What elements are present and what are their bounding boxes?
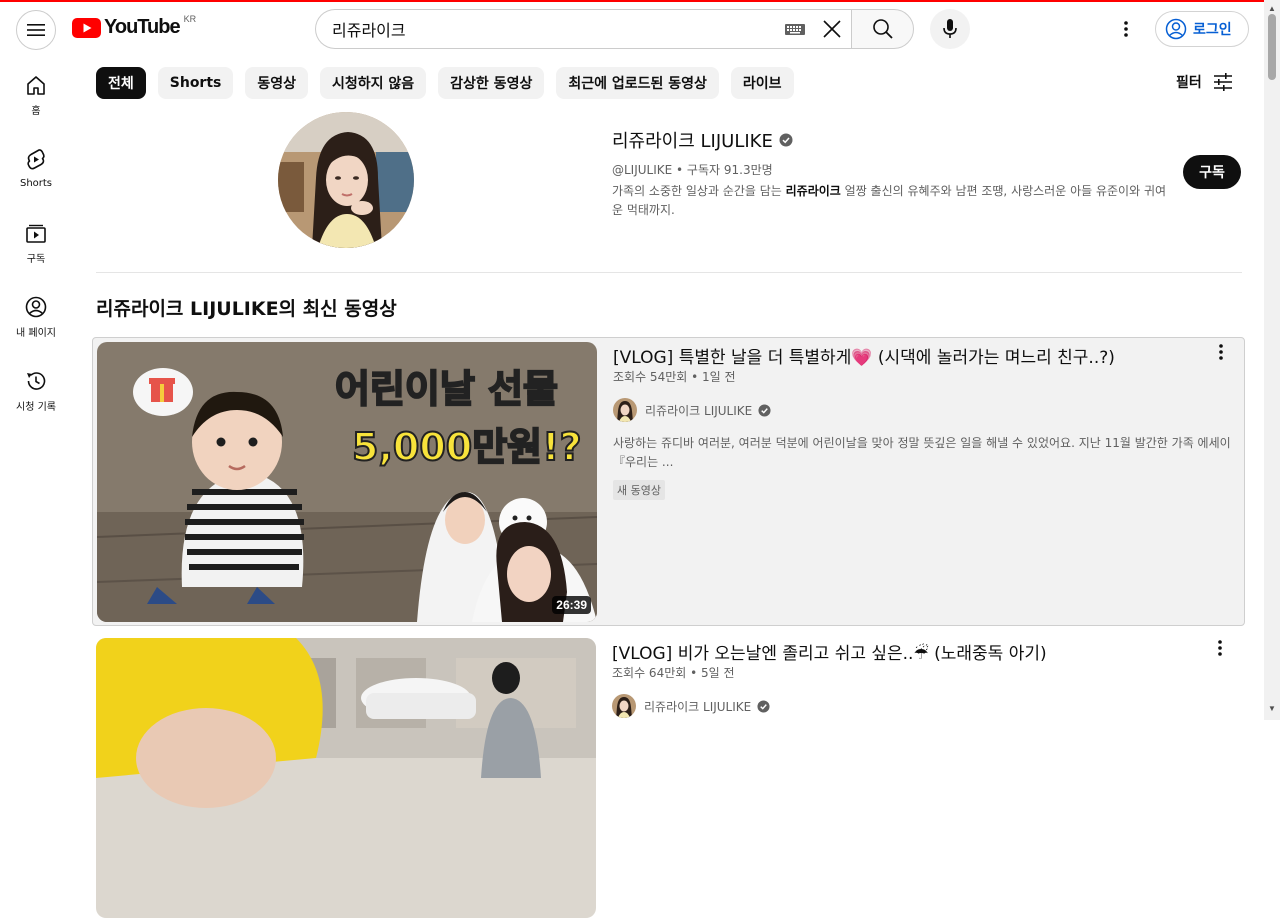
channel-avatar[interactable] xyxy=(278,112,414,248)
chip-unwatched[interactable]: 시청하지 않음 xyxy=(320,67,427,99)
sign-in-button[interactable]: 로그인 xyxy=(1155,11,1249,47)
video-thumbnail[interactable]: 어린이날 선물 5,000만원!? 26:39 xyxy=(97,342,597,622)
video-description-snippet: 사랑하는 쥬디바 여러분, 여러분 덕분에 어린이날을 맞아 정말 뜻깊은 일을… xyxy=(613,436,1231,469)
video-result[interactable]: 어린이날 선물 5,000만원!? 26:39 [VLOG] 특별한 날을 더 … xyxy=(92,337,1245,626)
shelf-title: 리쥬라이크 LIJULIKE의 최신 동영상 xyxy=(96,298,397,320)
video-channel-avatar[interactable] xyxy=(613,398,637,422)
video-views-age: 조회수 54만회 • 1일 전 xyxy=(613,370,736,384)
video-channel-name: 리쥬라이크 LIJULIKE xyxy=(644,699,752,714)
guide-item-home[interactable]: 홈 xyxy=(0,56,72,126)
guide-item-label: 홈 xyxy=(31,106,41,117)
subscriptions-icon xyxy=(26,224,46,243)
channel-name[interactable]: 리쥬라이크 LIJULIKE xyxy=(612,127,793,153)
more-vertical-icon xyxy=(1218,640,1222,656)
logo-region-code: KR xyxy=(183,13,197,24)
subscribe-button[interactable]: 구독 xyxy=(1183,155,1241,189)
home-icon xyxy=(27,76,45,95)
account-circle-icon xyxy=(1165,18,1187,40)
channel-desc-highlight: 리쥬라이크 xyxy=(785,184,841,198)
video-duration: 26:39 xyxy=(552,596,591,614)
video-channel-name: 리쥬라이크 LIJULIKE xyxy=(645,403,753,418)
youtube-play-logo-icon xyxy=(72,17,101,38)
history-icon xyxy=(27,372,46,390)
video-result[interactable]: [VLOG] 비가 오는날엔 졸리고 쉬고 싶은..☔ (노래중독 아기) 조회… xyxy=(92,634,1245,924)
guide-menu-button[interactable] xyxy=(16,10,56,50)
chip-all[interactable]: 전체 xyxy=(96,67,146,99)
clear-search-button[interactable] xyxy=(812,9,852,49)
channel-handle-subscribers: @LIJULIKE • 구독자 91.3만명 xyxy=(612,163,773,177)
chip-recently-uploaded[interactable]: 최근에 업로드된 동영상 xyxy=(556,67,719,99)
chip-videos[interactable]: 동영상 xyxy=(245,67,309,99)
guide-item-history[interactable]: 시청 기록 xyxy=(0,352,72,422)
video-action-menu-button[interactable] xyxy=(1208,636,1232,660)
search-box[interactable] xyxy=(315,9,852,49)
chip-watched[interactable]: 감상한 동영상 xyxy=(438,67,545,99)
channel-avatar-image xyxy=(278,112,414,248)
close-icon xyxy=(823,20,841,38)
verified-badge-icon xyxy=(757,699,770,713)
channel-avatar-image xyxy=(612,694,636,718)
new-video-badge: 새 동영상 xyxy=(613,480,665,500)
scroll-up-arrow-icon[interactable]: ▲ xyxy=(1268,4,1276,13)
chip-live[interactable]: 라이브 xyxy=(730,67,794,99)
thumbnail-caption-line-2: 5,000만원!? xyxy=(352,425,582,469)
channel-name-text: 리쥬라이크 LIJULIKE xyxy=(612,131,773,152)
video-thumbnail-image: 어린이날 선물 5,000만원!? xyxy=(97,342,597,622)
hamburger-menu-icon xyxy=(27,24,45,36)
channel-desc-part: 가족의 소중한 일상과 순간을 담는 xyxy=(612,184,786,198)
search-input[interactable] xyxy=(332,20,784,38)
video-title[interactable]: [VLOG] 특별한 날을 더 특별하게💗 (시댁에 놀러가는 며느리 친구..… xyxy=(613,343,1115,368)
thumbnail-caption-line-1: 어린이날 선물 xyxy=(335,367,558,411)
filter-sliders-icon xyxy=(1213,73,1232,91)
page-scrollbar[interactable]: ▲ ▼ xyxy=(1264,0,1280,720)
guide-item-you[interactable]: 내 페이지 xyxy=(0,278,72,348)
shorts-icon xyxy=(27,149,45,170)
you-icon xyxy=(25,296,47,318)
channel-avatar-image xyxy=(613,398,637,422)
search-filter-button[interactable]: 필터 xyxy=(1176,72,1234,92)
guide-item-label: 구독 xyxy=(26,254,46,265)
search-button[interactable] xyxy=(851,9,914,49)
filter-chips: 전체 Shorts 동영상 시청하지 않음 감상한 동영상 최근에 업로드된 동… xyxy=(96,67,806,99)
scrollbar-thumb[interactable] xyxy=(1268,14,1276,80)
video-channel-avatar[interactable] xyxy=(612,694,636,718)
sign-in-label: 로그인 xyxy=(1193,21,1232,37)
video-thumbnail-image xyxy=(96,638,596,918)
more-vertical-icon xyxy=(1124,21,1128,37)
keyboard-icon[interactable] xyxy=(784,22,806,36)
video-views-age: 조회수 64만회 • 5일 전 xyxy=(612,666,735,680)
voice-search-button[interactable] xyxy=(930,9,970,49)
filter-label: 필터 xyxy=(1176,75,1202,91)
guide-item-subscriptions[interactable]: 구독 xyxy=(0,204,72,274)
guide-item-label: 시청 기록 xyxy=(16,402,56,413)
settings-more-button[interactable] xyxy=(1106,9,1146,49)
scroll-down-arrow-icon[interactable]: ▼ xyxy=(1268,704,1276,713)
masthead: YouTube KR 로그인 xyxy=(0,2,1264,56)
logo-text: YouTube xyxy=(104,16,181,38)
verified-badge-icon xyxy=(779,133,793,147)
microphone-icon xyxy=(943,19,957,38)
verified-badge-icon xyxy=(758,403,771,417)
youtube-logo[interactable]: YouTube KR xyxy=(72,13,197,39)
search-icon xyxy=(872,19,893,39)
section-divider xyxy=(96,272,1242,273)
video-title[interactable]: [VLOG] 비가 오는날엔 졸리고 쉬고 싶은..☔ (노래중독 아기) xyxy=(612,639,1047,664)
video-channel-link[interactable]: 리쥬라이크 LIJULIKE xyxy=(613,398,771,422)
video-channel-link[interactable]: 리쥬라이크 LIJULIKE xyxy=(612,694,770,718)
channel-description: 가족의 소중한 일상과 순간을 담는 리쥬라이크 얼짱 출신의 유혜주와 남편 … xyxy=(612,182,1172,220)
video-thumbnail[interactable] xyxy=(96,638,596,918)
guide-item-label: 내 페이지 xyxy=(16,328,56,339)
guide-item-shorts[interactable]: Shorts xyxy=(0,130,72,200)
more-vertical-icon xyxy=(1219,344,1223,360)
chip-shorts[interactable]: Shorts xyxy=(157,67,234,99)
video-action-menu-button[interactable] xyxy=(1209,340,1233,364)
guide-item-label: Shorts xyxy=(19,178,53,189)
